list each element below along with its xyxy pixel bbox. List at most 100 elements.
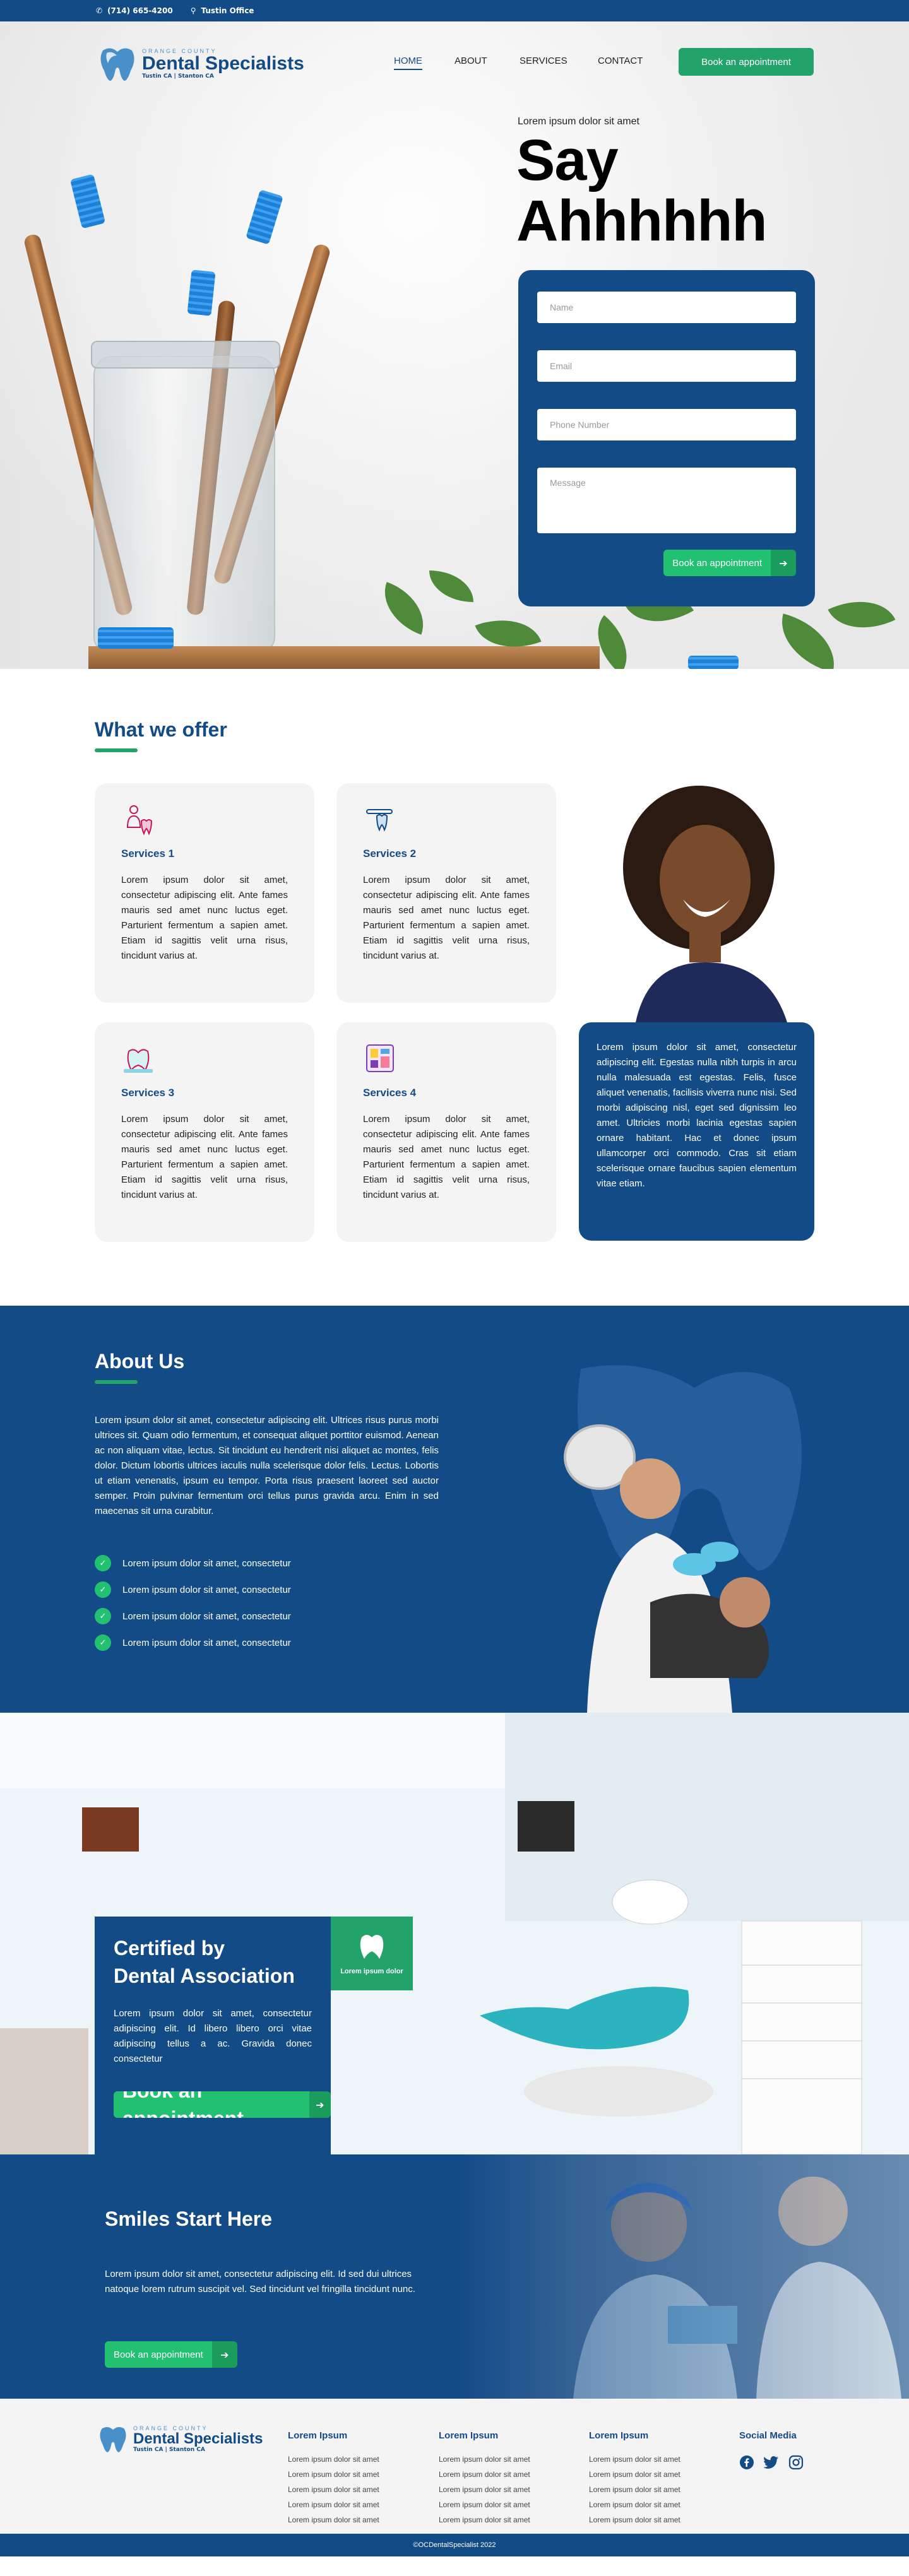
- footer-link[interactable]: Lorem ipsum dolor sit amet: [288, 2485, 379, 2494]
- certified-title-line2: Dental Association: [114, 1964, 295, 1987]
- about-heading-underline: [95, 1380, 138, 1384]
- logo-name: Dental Specialists: [142, 53, 304, 74]
- footer-link[interactable]: Lorem ipsum dolor sit amet: [589, 2470, 680, 2479]
- copyright-bar: ©OCDentalSpecialist 2022: [0, 2534, 909, 2556]
- footer-link[interactable]: Lorem ipsum dolor sit amet: [589, 2485, 680, 2494]
- twitter-icon[interactable]: [763, 2455, 780, 2470]
- service-card-4[interactable]: Services 4 Lorem ipsum dolor sit amet, c…: [336, 1022, 556, 1242]
- service-card-body: Lorem ipsum dolor sit amet, consectetur …: [121, 1114, 288, 1200]
- offer-info-card: Lorem ipsum dolor sit amet, consectetur …: [579, 1022, 814, 1241]
- footer-column-3: Lorem Ipsum Lorem ipsum dolor sit amet L…: [589, 2430, 680, 2531]
- message-field[interactable]: Message: [537, 468, 796, 533]
- logo-name: Dental Specialists: [133, 2430, 263, 2447]
- smiles-heading: Smiles Start Here: [105, 2207, 273, 2230]
- footer-link[interactable]: Lorem ipsum dolor sit amet: [288, 2515, 379, 2524]
- name-field[interactable]: Name: [537, 292, 796, 323]
- footer-column-title: Lorem Ipsum: [439, 2430, 499, 2441]
- social-icons: [739, 2455, 804, 2470]
- certified-title-line1: Certified by: [114, 1937, 225, 1959]
- footer-link[interactable]: Lorem ipsum dolor sit amet: [439, 2455, 530, 2464]
- arrow-right-icon: ➔: [309, 2091, 331, 2118]
- site-logo[interactable]: ORANGE COUNTY Dental Specialists Tustin …: [98, 44, 304, 83]
- hero-section: ORANGE COUNTY Dental Specialists Tustin …: [0, 21, 909, 669]
- hero-title-line2: Ahhhhhh: [516, 189, 768, 253]
- check-label: Lorem ipsum dolor sit amet, consectetur: [122, 1584, 291, 1595]
- badge-label: Lorem ipsum dolor: [340, 1967, 403, 1975]
- footer-logo[interactable]: ORANGE COUNTY Dental Specialists Tustin …: [98, 2424, 263, 2454]
- clinic-section: Certified by Dental Association Lorem ip…: [0, 1713, 909, 2154]
- check-icon: ✓: [95, 1581, 111, 1598]
- facebook-icon[interactable]: [739, 2455, 754, 2470]
- dental-chart-icon: [366, 1044, 394, 1072]
- footer-column-title: Lorem Ipsum: [288, 2430, 348, 2441]
- button-label: Book an appointment: [114, 2091, 309, 2118]
- instagram-icon[interactable]: [788, 2455, 804, 2470]
- nav-services[interactable]: SERVICES: [520, 56, 567, 66]
- service-card-body: Lorem ipsum dolor sit amet, consectetur …: [121, 875, 288, 961]
- certified-card: Certified by Dental Association Lorem ip…: [95, 1917, 331, 2154]
- dental-family-icon: [126, 805, 153, 836]
- smiles-book-appointment-button[interactable]: Book an appointment ➔: [105, 2341, 237, 2368]
- service-card-3[interactable]: Services 3 Lorem ipsum dolor sit amet, c…: [95, 1022, 314, 1242]
- tooth-logo-icon: [100, 2426, 126, 2452]
- footer-link[interactable]: Lorem ipsum dolor sit amet: [288, 2500, 379, 2509]
- nav-contact[interactable]: CONTACT: [598, 56, 643, 66]
- certified-body: Lorem ipsum dolor sit amet, consectetur …: [114, 2008, 312, 2064]
- form-book-appointment-button[interactable]: Book an appointment ➔: [663, 550, 796, 576]
- service-card-1[interactable]: Services 1 Lorem ipsum dolor sit amet, c…: [95, 783, 314, 1003]
- footer-link[interactable]: Lorem ipsum dolor sit amet: [439, 2470, 530, 2479]
- footer-link[interactable]: Lorem ipsum dolor sit amet: [288, 2470, 379, 2479]
- appointment-form: Name Email Phone Number Message Book an …: [518, 270, 815, 606]
- about-check-item: ✓ Lorem ipsum dolor sit amet, consectetur: [95, 1608, 291, 1624]
- nav-home[interactable]: HOME: [394, 56, 422, 70]
- footer-column-2: Lorem Ipsum Lorem ipsum dolor sit amet L…: [439, 2430, 530, 2531]
- form-button-label: Book an appointment: [663, 550, 771, 576]
- service-card-title: Services 1: [121, 848, 175, 860]
- offer-heading-underline: [95, 748, 138, 752]
- about-heading: About Us: [95, 1350, 185, 1373]
- check-icon: ✓: [95, 1634, 111, 1651]
- phone-field[interactable]: Phone Number: [537, 409, 796, 440]
- about-body: Lorem ipsum dolor sit amet, consectetur …: [95, 1415, 439, 1516]
- about-check-item: ✓ Lorem ipsum dolor sit amet, consectetur: [95, 1581, 291, 1598]
- certified-book-appointment-button[interactable]: Book an appointment ➔: [114, 2091, 331, 2118]
- footer-social: Social Media: [739, 2430, 804, 2476]
- arrow-right-icon: ➔: [211, 2341, 237, 2368]
- footer-link[interactable]: Lorem ipsum dolor sit amet: [589, 2455, 680, 2464]
- about-check-item: ✓ Lorem ipsum dolor sit amet, consectetur: [95, 1555, 291, 1571]
- footer-link[interactable]: Lorem ipsum dolor sit amet: [589, 2500, 680, 2509]
- dental-tool-icon: [366, 809, 393, 832]
- offer-heading: What we offer: [95, 718, 227, 741]
- button-label: Book an appointment: [105, 2341, 212, 2368]
- hero-title: Say Ahhhhhh: [516, 130, 768, 253]
- offer-section: What we offer Services 1 Lorem ipsum dol…: [0, 669, 909, 1306]
- footer-link[interactable]: Lorem ipsum dolor sit amet: [288, 2455, 379, 2464]
- dentist-at-work-photo: [564, 1365, 802, 1713]
- footer-link[interactable]: Lorem ipsum dolor sit amet: [439, 2485, 530, 2494]
- hero-kicker: Lorem ipsum dolor sit amet: [518, 116, 639, 127]
- nav-book-appointment-button[interactable]: Book an appointment: [679, 48, 814, 76]
- tooth-care-icon: [124, 1049, 153, 1073]
- smiles-photo-overlay: [460, 2154, 909, 2399]
- smiles-body: Lorem ipsum dolor sit amet, consectetur …: [105, 2269, 415, 2295]
- location-contact[interactable]: ⚲ Tustin Office: [191, 6, 254, 15]
- email-field[interactable]: Email: [537, 350, 796, 382]
- tooth-logo-icon: [100, 48, 134, 81]
- phone-number: (714) 665-4200: [107, 6, 173, 15]
- phone-contact[interactable]: ✆ (714) 665-4200: [96, 6, 173, 15]
- service-card-2[interactable]: Services 2 Lorem ipsum dolor sit amet, c…: [336, 783, 556, 1003]
- logo-locations: Tustin CA | Stanton CA: [133, 2447, 205, 2453]
- about-check-item: ✓ Lorem ipsum dolor sit amet, consectetur: [95, 1634, 291, 1651]
- smiles-section: Smiles Start Here Lorem ipsum dolor sit …: [0, 2154, 909, 2399]
- logo-locations: Tustin CA | Stanton CA: [142, 73, 214, 80]
- footer-link[interactable]: Lorem ipsum dolor sit amet: [439, 2500, 530, 2509]
- location-label: Tustin Office: [201, 6, 254, 15]
- footer-link[interactable]: Lorem ipsum dolor sit amet: [439, 2515, 530, 2524]
- footer-link[interactable]: Lorem ipsum dolor sit amet: [589, 2515, 680, 2524]
- service-card-body: Lorem ipsum dolor sit amet, consectetur …: [363, 1114, 530, 1200]
- site-footer: ORANGE COUNTY Dental Specialists Tustin …: [0, 2399, 909, 2556]
- tooth-icon: [360, 1934, 384, 1959]
- service-card-title: Services 4: [363, 1087, 417, 1099]
- nav-about[interactable]: ABOUT: [454, 56, 487, 66]
- check-label: Lorem ipsum dolor sit amet, consectetur: [122, 1610, 291, 1622]
